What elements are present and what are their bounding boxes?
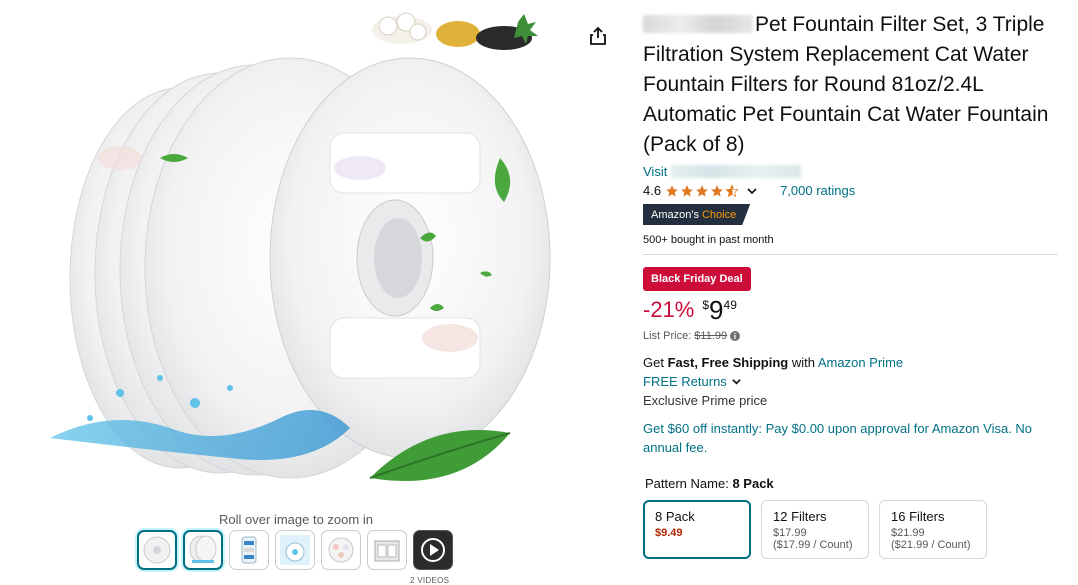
star-rating[interactable] [665,183,758,198]
pattern-options: 8 Pack $9.49 12 Filters $17.99 ($17.99 /… [643,500,1063,559]
badge-prefix: Amazon's [651,208,699,221]
filter-diagram-icon [241,536,257,564]
shipping-fast: Fast, Free Shipping [667,355,789,370]
option-8-pack[interactable]: 8 Pack $9.49 [643,500,751,559]
option-price: $21.99 [891,527,925,539]
shipping-info: Get Fast, Free Shipping with Amazon Prim… [643,353,1063,410]
option-label: 16 Filters [891,509,945,524]
amazon-prime-link[interactable]: Amazon Prime [818,355,903,370]
star-full-icon [696,184,708,197]
option-unit-price: ($17.99 / Count) [773,539,853,551]
chevron-down-icon [747,187,757,194]
thumbnail-strip [137,530,453,570]
play-icon [421,538,445,562]
main-product-image[interactable] [30,8,570,508]
ratings-count-link[interactable]: 7,000 ratings [780,183,855,198]
option-label: 12 Filters [773,509,827,524]
filter-stack-icon [189,535,217,563]
chevron-down-icon [732,379,741,385]
image-gallery: Roll over image to zoom in 2 VIDEOS [0,0,590,585]
product-title-text: Pet Fountain Filter Set, 3 Triple Filtra… [643,13,1049,156]
product-box-icon [374,540,400,562]
thumbnail-filter-single[interactable] [137,530,177,570]
shipping-with: with [791,355,815,370]
thumbnail-filter-layers[interactable] [321,530,361,570]
option-12-filters[interactable]: 12 Filters $17.99 ($17.99 / Count) [761,500,869,559]
list-price-value: $11.99 [694,330,728,342]
thumbnail-filter-stack[interactable] [183,530,223,570]
fountain-cat-icon [280,535,310,565]
rating-row: 4.6 7,000 ratings [643,183,1063,198]
info-icon[interactable] [730,331,741,341]
star-full-icon [681,184,693,197]
option-price: $17.99 [773,527,807,539]
share-button[interactable] [584,22,612,50]
price-fraction: 49 [723,298,737,312]
pattern-value: 8 Pack [732,476,774,491]
option-16-filters[interactable]: 16 Filters $21.99 ($21.99 / Count) [879,500,987,559]
exclusive-prime-price: Exclusive Prime price [643,393,768,408]
amazons-choice-badge[interactable]: Amazon's Choice [643,204,750,225]
product-title: Pet Fountain Filter Set, 3 Triple Filtra… [643,10,1063,160]
option-label: 8 Pack [655,509,695,524]
list-price: List Price: $11.99 [643,330,1063,342]
video-count-label: 2 VIDEOS [410,576,450,585]
filter-layers-icon [328,537,354,563]
filter-single-icon [143,536,171,564]
discount-percent: -21% [643,297,695,322]
bought-count: 500+ bought in past month [643,234,1058,255]
thumbnail-filter-diagram[interactable] [229,530,269,570]
price-row: -21% $ 9 49 [643,296,1063,324]
thumbnail-product-box[interactable] [367,530,407,570]
store-prefix: Visit [643,164,668,179]
badge-choice: Choice [701,208,737,221]
pattern-name: Pattern Name: 8 Pack [645,476,1063,491]
option-unit-price: ($21.99 / Count) [891,539,971,551]
star-full-icon [711,184,723,197]
option-price: $9.49 [655,527,683,539]
rating-value: 4.6 [643,183,662,198]
pattern-label: Pattern Name: [645,476,729,491]
deal-badge: Black Friday Deal [643,267,751,291]
list-price-label: List Price: [643,330,692,342]
price-symbol: $ [702,298,710,312]
current-price: $ 9 49 [702,296,737,324]
thumbnail-fountain-cat[interactable] [275,530,315,570]
product-details: Pet Fountain Filter Set, 3 Triple Filtra… [643,10,1063,559]
share-icon [590,26,606,45]
free-returns-link[interactable]: FREE Returns [643,372,1063,391]
filter-stack-illustration [50,12,551,481]
visa-offer-link[interactable]: Get $60 off instantly: Pay $0.00 upon ap… [643,419,1053,457]
shipping-line: Get Fast, Free Shipping with Amazon Prim… [643,353,1063,372]
brand-name-redacted [643,15,753,33]
store-link[interactable]: Visit [643,164,1063,179]
free-returns-label: FREE Returns [643,374,727,389]
store-name-redacted [671,165,802,178]
star-half-icon [725,183,739,197]
thumbnail-video[interactable] [413,530,453,570]
price-whole: 9 [709,295,724,325]
zoom-hint: Roll over image to zoom in [219,512,373,527]
star-full-icon [666,184,678,197]
shipping-get: Get [643,355,664,370]
